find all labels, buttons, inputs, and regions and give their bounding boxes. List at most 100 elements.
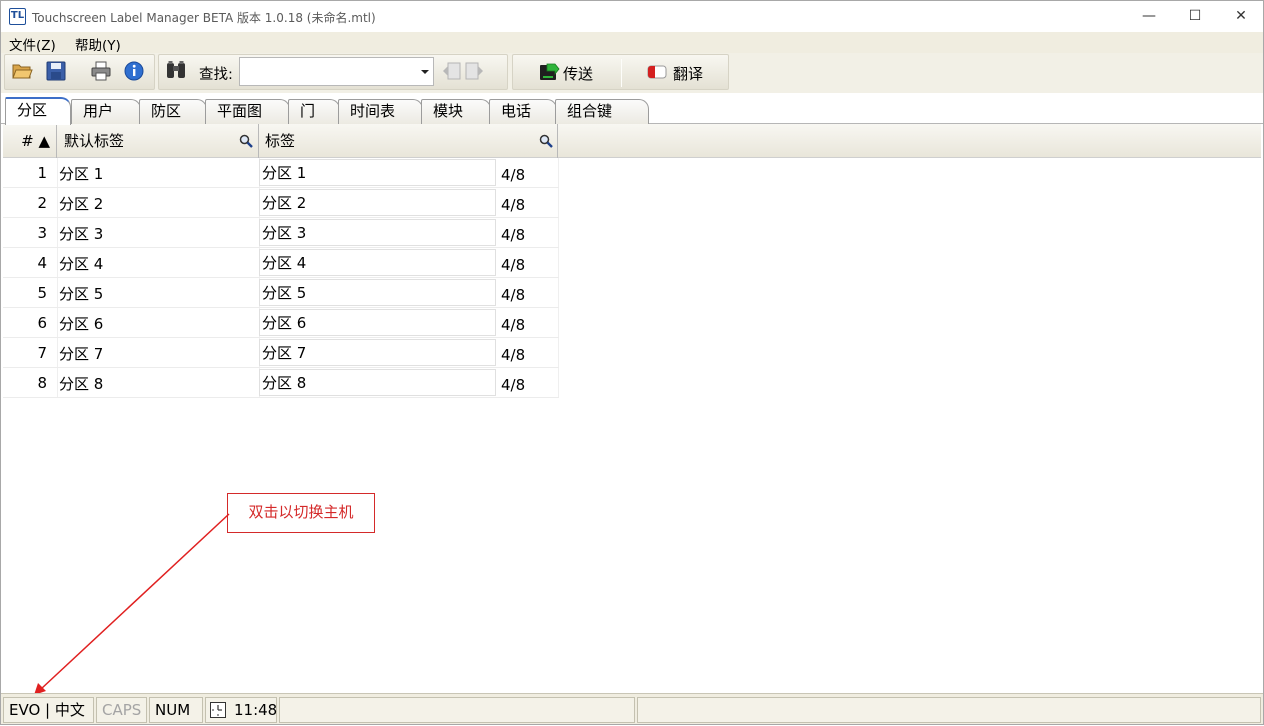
label-input[interactable]: 分区 5 — [259, 279, 496, 306]
app-logo-icon: TL — [9, 8, 26, 25]
table-row[interactable]: 6 分区 6 分区 6 4/8 — [3, 308, 559, 338]
menu-file[interactable]: 文件(Z) — [9, 34, 56, 54]
open-folder-icon[interactable] — [11, 61, 33, 81]
tab-doors[interactable]: 门 — [288, 99, 340, 124]
search-icon[interactable] — [539, 134, 553, 148]
toolbar-separator — [621, 59, 622, 87]
column-header-number[interactable]: # ▲ — [3, 124, 57, 158]
tab-strip: 分区 用户 防区 平面图 门 时间表 模块 电话 组合键 — [1, 93, 1263, 125]
tab-key-combos[interactable]: 组合键 — [555, 99, 649, 124]
tab-floor-plan[interactable]: 平面图 — [205, 99, 290, 124]
label-value: 分区 7 — [262, 344, 307, 362]
char-count: 4/8 — [501, 286, 526, 304]
tab-partitions[interactable]: 分区 — [5, 97, 71, 125]
label-value: 分区 5 — [262, 284, 307, 302]
num-lock-indicator: NUM — [149, 697, 203, 723]
char-count: 4/8 — [501, 166, 526, 184]
tab-modules[interactable]: 模块 — [421, 99, 491, 124]
host-language-panel[interactable]: EVO | 中文 — [3, 697, 94, 723]
row-number: 5 — [37, 284, 47, 302]
menu-help[interactable]: 帮助(Y) — [75, 34, 121, 54]
column-header-label-text: 标签 — [265, 132, 296, 150]
row-number: 8 — [37, 374, 47, 392]
table-row[interactable]: 3 分区 3 分区 3 4/8 — [3, 218, 559, 248]
default-label-cell: 分区 5 — [59, 285, 104, 303]
label-value: 分区 4 — [262, 254, 307, 272]
translate-button[interactable]: 翻译 — [673, 63, 703, 84]
row-number: 1 — [37, 164, 47, 182]
table-row[interactable]: 7 分区 7 分区 7 4/8 — [3, 338, 559, 368]
row-number: 6 — [37, 314, 47, 332]
tab-zones[interactable]: 防区 — [139, 99, 207, 124]
table-row[interactable]: 1 分区 1 分区 1 4/8 — [3, 158, 559, 188]
column-header-label[interactable]: 标签 — [259, 124, 558, 158]
default-label-cell: 分区 3 — [59, 225, 104, 243]
row-number: 3 — [37, 224, 47, 242]
close-button[interactable]: ✕ — [1218, 1, 1264, 32]
search-icon[interactable] — [239, 134, 253, 148]
search-combobox[interactable] — [239, 57, 434, 86]
grid-header: # ▲ 默认标签 标签 — [3, 124, 1261, 158]
char-count: 4/8 — [501, 196, 526, 214]
send-icon[interactable] — [538, 62, 560, 82]
find-next-icon[interactable] — [463, 61, 485, 81]
find-label: 查找: — [199, 67, 233, 83]
char-count: 4/8 — [501, 226, 526, 244]
chevron-down-icon[interactable] — [421, 70, 429, 74]
clock-icon — [210, 702, 226, 718]
send-button[interactable]: 传送 — [563, 63, 593, 84]
save-icon[interactable] — [45, 61, 67, 81]
char-count: 4/8 — [501, 346, 526, 364]
status-panel-empty — [279, 697, 635, 723]
tab-users[interactable]: 用户 — [71, 99, 141, 124]
print-icon[interactable] — [90, 61, 112, 81]
default-label-cell: 分区 7 — [59, 345, 104, 363]
table-row[interactable]: 5 分区 5 分区 5 4/8 — [3, 278, 559, 308]
label-input[interactable]: 分区 1 — [259, 159, 496, 186]
window-title: Touchscreen Label Manager BETA 版本 1.0.18… — [32, 11, 376, 25]
maximize-button[interactable]: ☐ — [1172, 1, 1218, 32]
caps-lock-indicator: CAPS — [96, 697, 147, 723]
label-input[interactable]: 分区 8 — [259, 369, 496, 396]
table-row[interactable]: 4 分区 4 分区 4 4/8 — [3, 248, 559, 278]
status-panel-empty — [637, 697, 1261, 723]
label-value: 分区 2 — [262, 194, 307, 212]
column-header-default-label[interactable]: 默认标签 — [57, 124, 259, 158]
char-count: 4/8 — [501, 376, 526, 394]
info-icon[interactable] — [123, 61, 145, 81]
default-label-cell: 分区 8 — [59, 375, 104, 393]
menu-bar: 文件(Z) 帮助(Y) — [1, 32, 1263, 54]
column-header-default-label-text: 默认标签 — [64, 132, 125, 150]
default-label-cell: 分区 6 — [59, 315, 104, 333]
partition-grid: # ▲ 默认标签 标签 1 分区 1 分区 1 4/8 2 分区 2 分区 2 … — [3, 124, 1261, 691]
label-input[interactable]: 分区 2 — [259, 189, 496, 216]
clock-time: 11:48 — [234, 701, 278, 719]
row-number: 2 — [37, 194, 47, 212]
label-input[interactable]: 分区 3 — [259, 219, 496, 246]
minimize-button[interactable]: — — [1126, 1, 1172, 32]
label-value: 分区 8 — [262, 374, 307, 392]
table-row[interactable]: 2 分区 2 分区 2 4/8 — [3, 188, 559, 218]
translate-icon[interactable] — [646, 62, 668, 82]
label-input[interactable]: 分区 4 — [259, 249, 496, 276]
binoculars-icon[interactable] — [165, 60, 187, 80]
char-count: 4/8 — [501, 316, 526, 334]
clock-panel: 11:48 — [205, 697, 277, 723]
find-previous-icon[interactable] — [441, 61, 463, 81]
toolbar: 查找: 传送 翻译 — [1, 53, 1263, 93]
tab-schedules[interactable]: 时间表 — [338, 99, 423, 124]
tab-phones[interactable]: 电话 — [489, 99, 557, 124]
app-window: TL Touchscreen Label Manager BETA 版本 1.0… — [0, 0, 1264, 725]
annotation-callout: 双击以切换主机 — [227, 493, 375, 533]
default-label-cell: 分区 4 — [59, 255, 104, 273]
table-row[interactable]: 8 分区 8 分区 8 4/8 — [3, 368, 559, 398]
label-input[interactable]: 分区 7 — [259, 339, 496, 366]
row-number: 4 — [37, 254, 47, 272]
default-label-cell: 分区 2 — [59, 195, 104, 213]
label-input[interactable]: 分区 6 — [259, 309, 496, 336]
search-input[interactable] — [242, 60, 412, 83]
label-value: 分区 6 — [262, 314, 307, 332]
label-value: 分区 1 — [262, 164, 307, 182]
title-bar: TL Touchscreen Label Manager BETA 版本 1.0… — [1, 1, 1263, 32]
char-count: 4/8 — [501, 256, 526, 274]
